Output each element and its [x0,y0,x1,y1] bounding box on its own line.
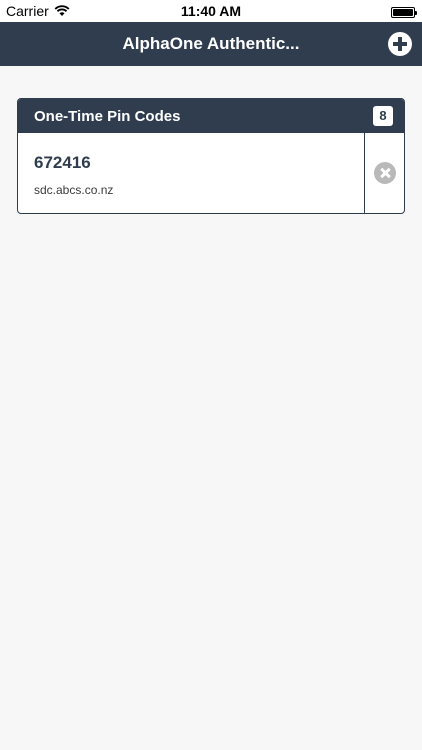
pin-code: 672416 [34,153,91,172]
count-badge: 8 [373,106,393,126]
status-time: 11:40 AM [180,3,242,19]
close-icon[interactable] [374,162,396,184]
battery-icon [391,7,417,18]
code-info: 672416 sdc.abcs.co.nz [34,153,113,197]
domain-label: sdc.abcs.co.nz [34,183,114,197]
status-bar: Carrier 11:40 AM [0,0,422,22]
panel-title: One-Time Pin Codes [34,108,181,125]
pin-codes-panel: One-Time Pin Codes 8 672416 sdc.abcs.co.… [17,98,405,214]
status-right [391,5,417,21]
plus-icon[interactable] [388,32,412,56]
nav-title: AlphaOne Authentic... [122,34,300,53]
panel-header: One-Time Pin Codes 8 [18,99,404,133]
delete-button[interactable] [364,133,404,213]
list-item[interactable]: 672416 sdc.abcs.co.nz [18,133,404,213]
navigation-bar: AlphaOne Authentic... [0,22,422,66]
